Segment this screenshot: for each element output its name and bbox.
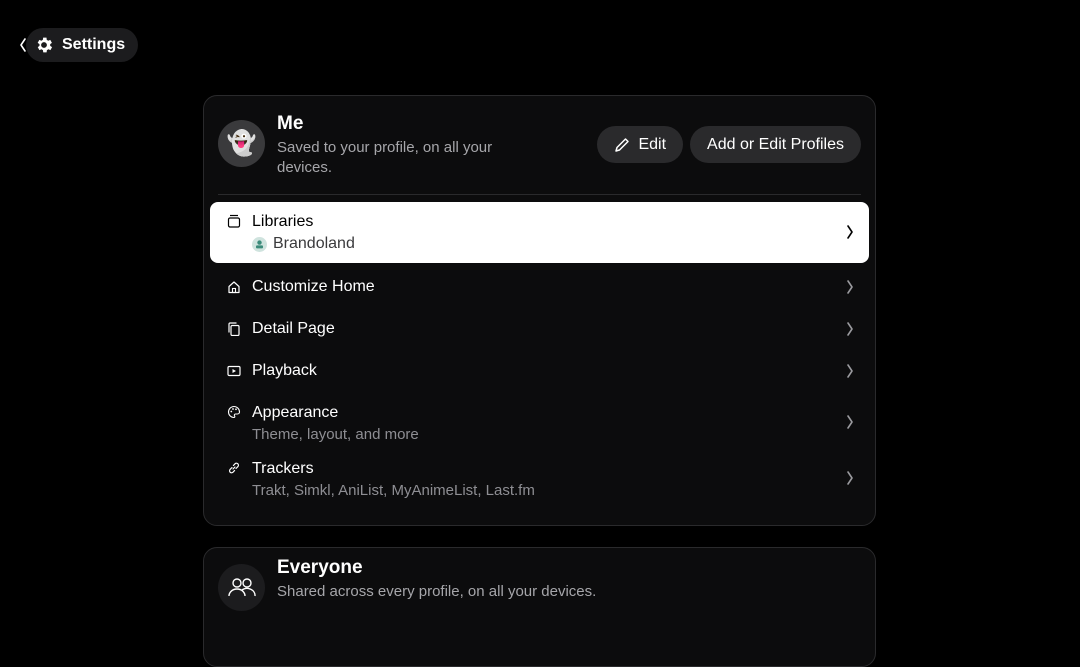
menu-item-label: Detail Page: [252, 320, 335, 337]
play-icon: [226, 363, 242, 379]
people-icon: [227, 577, 256, 596]
divider: [218, 194, 861, 195]
chevron-right-icon: [845, 321, 855, 337]
add-edit-profiles-button[interactable]: Add or Edit Profiles: [690, 126, 861, 163]
everyone-title: Everyone: [277, 557, 363, 578]
library-name: Brandoland: [273, 235, 355, 252]
menu-item-libraries[interactable]: Libraries Brandoland: [210, 202, 869, 263]
menu-item-sublabel: Brandoland: [252, 233, 355, 255]
settings-back-button[interactable]: Settings: [26, 28, 139, 62]
gear-icon: [34, 35, 54, 55]
edit-button-label: Edit: [638, 135, 667, 153]
library-badge-icon: [252, 237, 267, 252]
pencil-icon: [614, 137, 630, 153]
palette-icon: [226, 404, 242, 420]
profile-actions: Edit Add or Edit Profiles: [597, 126, 861, 163]
top-bar: Settings: [18, 28, 139, 62]
profile-avatar: 👻: [218, 120, 265, 167]
me-section-card: 👻 Me Saved to your profile, on all your …: [203, 95, 876, 526]
me-profile-row: 👻 Me Saved to your profile, on all your …: [218, 110, 861, 178]
everyone-section-card: Everyone Shared across every profile, on…: [203, 547, 876, 667]
chevron-right-icon: [845, 224, 855, 240]
link-icon: [226, 460, 242, 476]
library-icon: [226, 213, 242, 229]
edit-button[interactable]: Edit: [597, 126, 684, 163]
everyone-avatar: [218, 564, 265, 611]
chevron-right-icon: [845, 279, 855, 295]
menu-item-label: Libraries: [252, 213, 314, 230]
menu-item-sublabel: Trakt, Simkl, AniList, MyAnimeList, Last…: [252, 482, 535, 499]
menu-item-detail-page[interactable]: Detail Page: [210, 305, 869, 347]
menu-item-label: Customize Home: [252, 278, 375, 295]
chevron-right-icon: [845, 363, 855, 379]
home-icon: [226, 279, 242, 295]
menu-item-label: Appearance: [252, 404, 339, 421]
page-title: Settings: [62, 36, 126, 53]
menu-item-customize-home[interactable]: Customize Home: [210, 263, 869, 305]
menu-item-label: Playback: [252, 362, 317, 379]
me-subtitle: Saved to your profile, on all your devic…: [277, 139, 493, 176]
chevron-right-icon: [845, 470, 855, 486]
settings-menu: Libraries Brandoland Customize Home Deta…: [210, 202, 869, 519]
everyone-header-row: Everyone Shared across every profile, on…: [218, 557, 861, 611]
me-title: Me: [277, 113, 304, 134]
chevron-right-icon: [845, 414, 855, 430]
menu-item-sublabel: Theme, layout, and more: [252, 426, 419, 443]
menu-item-trackers[interactable]: Trackers Trakt, Simkl, AniList, MyAnimeL…: [210, 454, 869, 519]
menu-item-playback[interactable]: Playback: [210, 347, 869, 389]
detail-page-icon: [226, 321, 242, 337]
ghost-icon: 👻: [226, 129, 257, 157]
menu-item-appearance[interactable]: Appearance Theme, layout, and more: [210, 389, 869, 454]
menu-item-label: Trackers: [252, 460, 314, 477]
everyone-subtitle: Shared across every profile, on all your…: [277, 583, 597, 600]
add-edit-profiles-label: Add or Edit Profiles: [707, 135, 844, 153]
